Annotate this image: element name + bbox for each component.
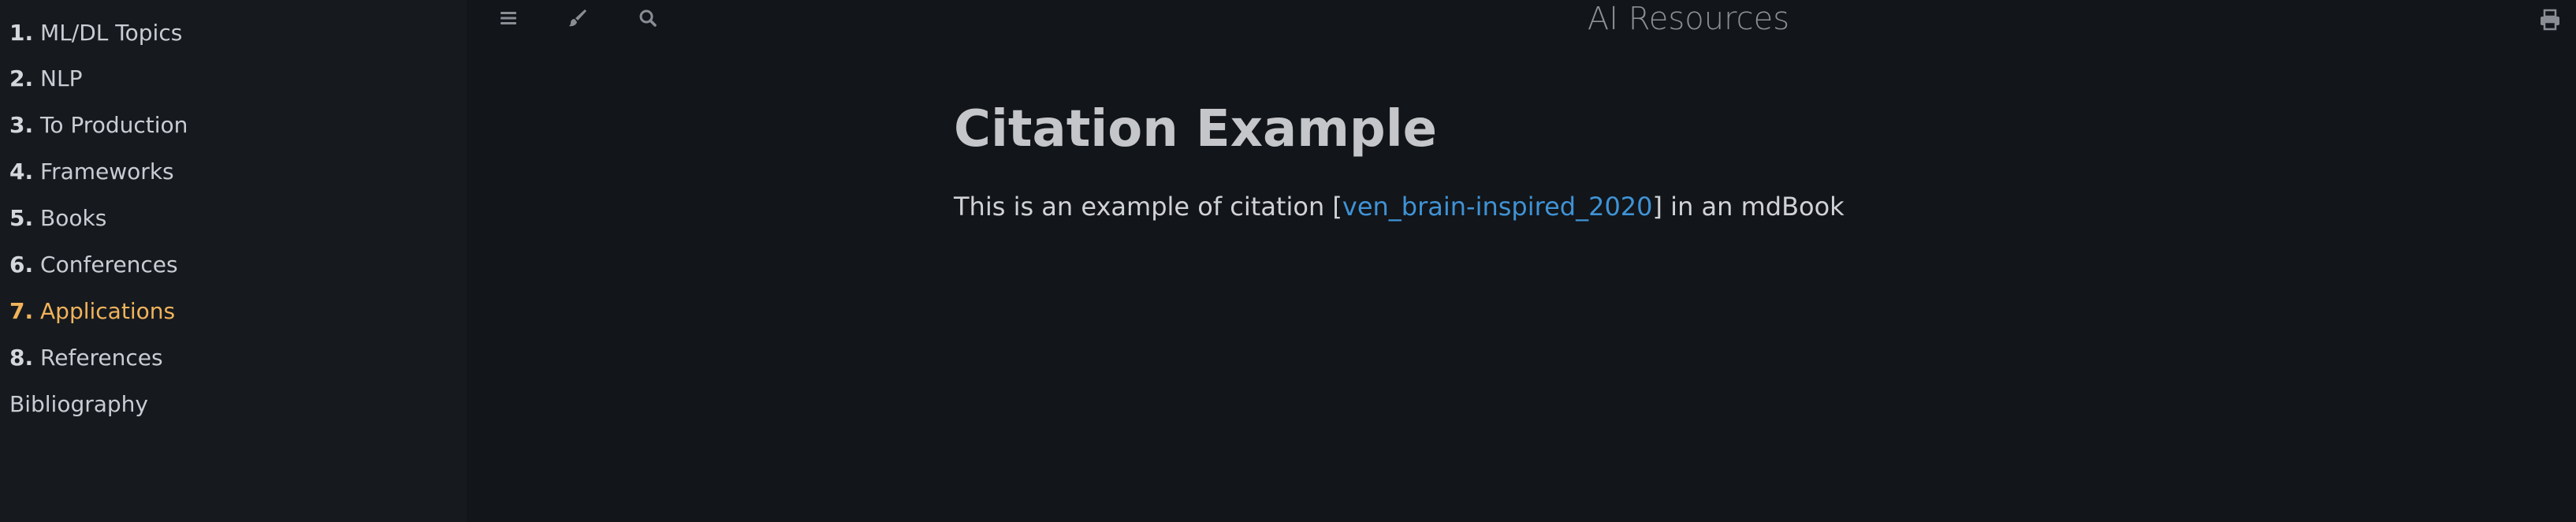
citation-link[interactable]: ven_brain-inspired_2020 (1342, 192, 1653, 222)
chapter-label: Applications (40, 298, 176, 324)
page-title: Citation Example (954, 100, 1438, 158)
search-icon[interactable] (635, 5, 661, 32)
chapter-label: Books (40, 205, 107, 231)
sidebar-item-nlp[interactable]: 2. NLP (9, 65, 82, 93)
main-content: Citation Example This is an example of c… (954, 87, 2136, 224)
book-title: AI Resources (1587, 1, 1790, 37)
chapter-number: 8. (9, 345, 34, 371)
hamburger-icon[interactable] (495, 5, 522, 32)
paintbrush-icon[interactable] (564, 5, 591, 32)
sidebar-item-frameworks[interactable]: 4. Frameworks (9, 158, 174, 186)
menu-bar: AI Resources (467, 0, 2576, 39)
sidebar-item-ml-dl-topics[interactable]: 1. ML/DL Topics (9, 19, 182, 47)
sidebar-item-bibliography[interactable]: Bibliography (9, 390, 148, 419)
chapter-number: 4. (9, 158, 34, 185)
chapter-number: 3. (9, 112, 34, 138)
chapter-label: ML/DL Topics (40, 20, 183, 46)
chapter-label: Conferences (40, 252, 178, 278)
chapter-label: References (40, 345, 163, 371)
print-icon[interactable] (2538, 8, 2562, 32)
citation-paragraph: This is an example of citation [ven_brai… (954, 189, 2136, 224)
chapter-label: To Production (40, 112, 188, 138)
chapter-label: NLP (40, 65, 83, 91)
sidebar-item-applications[interactable]: 7. Applications (9, 297, 175, 326)
chapter-number: 2. (9, 65, 34, 91)
chapter-label: Bibliography (9, 391, 148, 417)
sidebar-item-to-production[interactable]: 3. To Production (9, 111, 188, 140)
chapter-number: 7. (9, 298, 34, 324)
sidebar-item-books[interactable]: 5. Books (9, 204, 106, 233)
sidebar-item-conferences[interactable]: 6. Conferences (9, 251, 178, 279)
chapter-number: 5. (9, 205, 34, 231)
mdbook-app: 1. ML/DL Topics 2. NLP 3. To Production … (0, 0, 2576, 522)
paragraph-text-before: This is an example of citation [ (954, 192, 1342, 222)
chapter-number: 1. (9, 20, 34, 46)
sidebar-item-references[interactable]: 8. References (9, 344, 163, 372)
sidebar: 1. ML/DL Topics 2. NLP 3. To Production … (0, 0, 467, 522)
chapter-label: Frameworks (40, 158, 174, 185)
chapter-number: 6. (9, 252, 34, 278)
paragraph-text-after: ] in an mdBook (1652, 192, 1845, 222)
